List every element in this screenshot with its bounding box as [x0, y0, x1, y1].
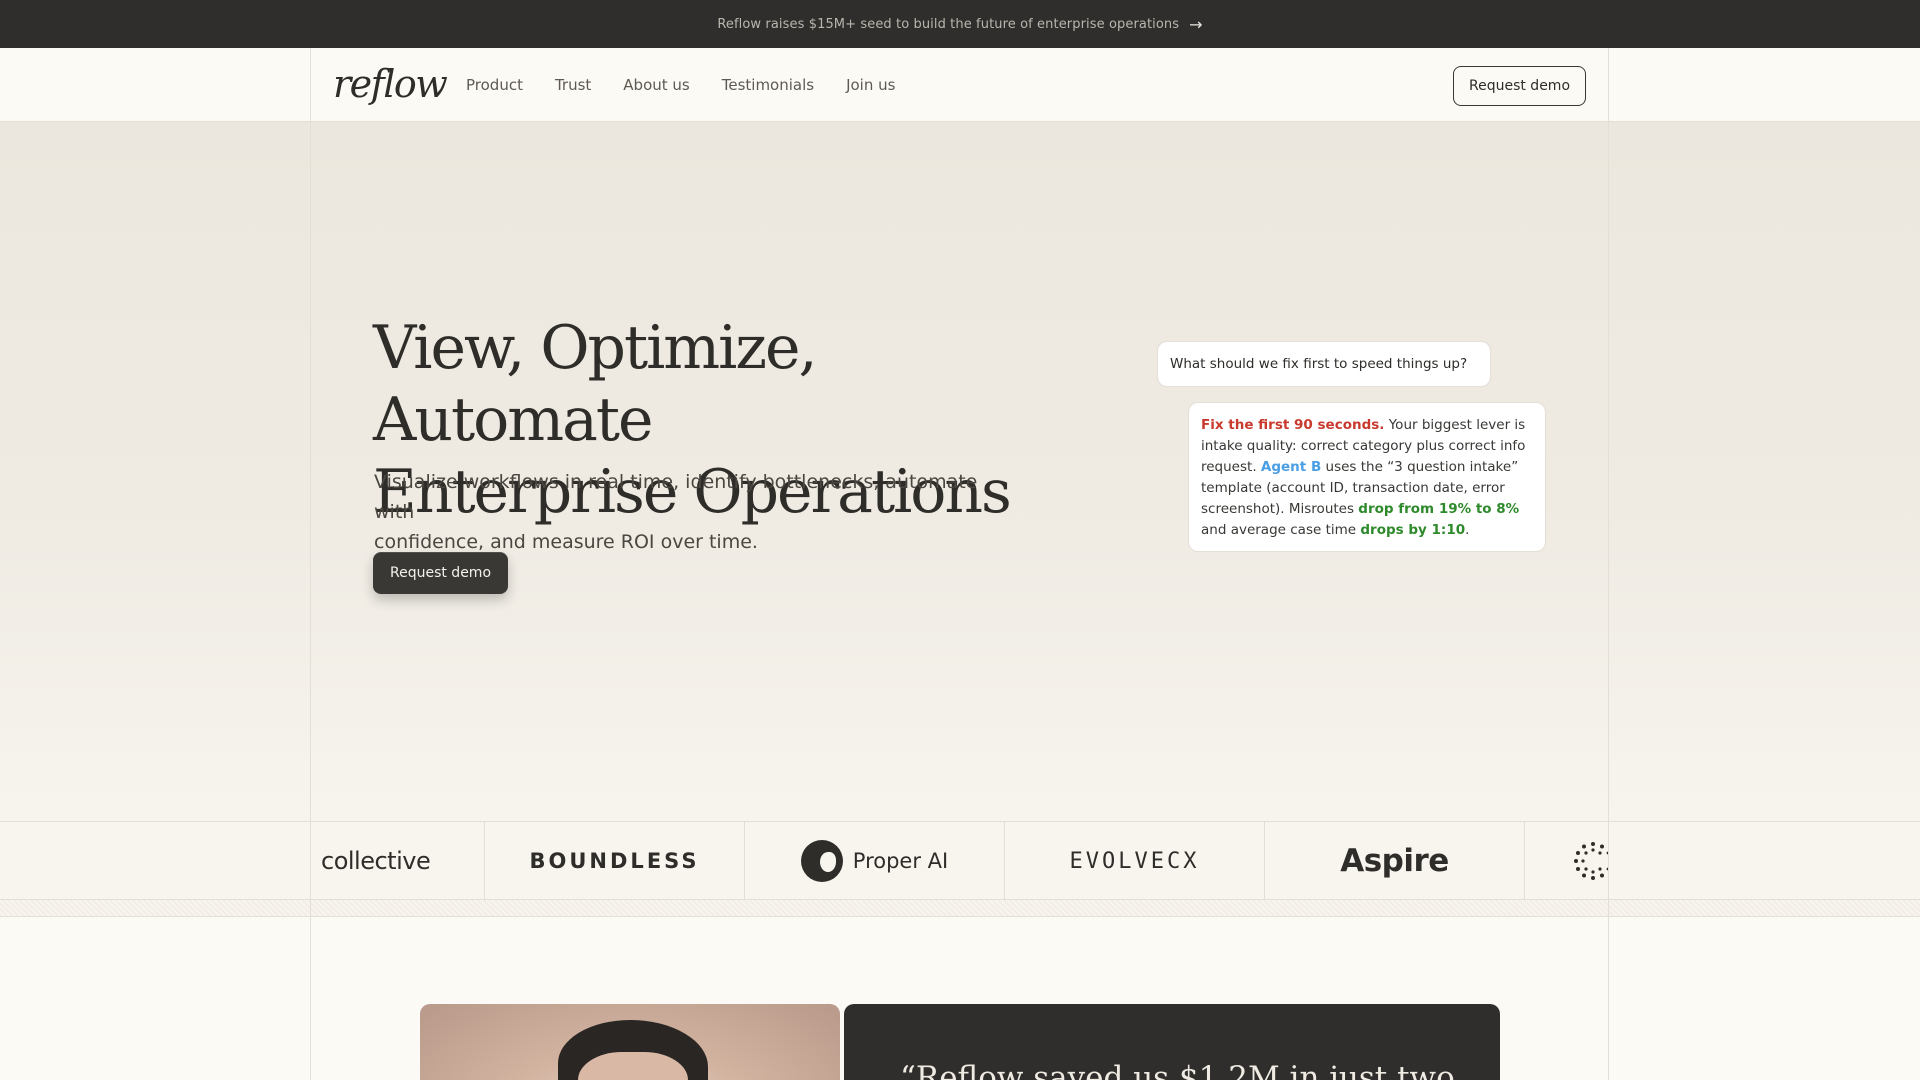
chat-question-bubble: What should we fix first to speed things…: [1157, 341, 1491, 387]
logo-proper-ai-text: Proper AI: [852, 849, 949, 873]
nav-testimonials[interactable]: Testimonials: [722, 76, 814, 94]
nav-about-us[interactable]: About us: [623, 76, 689, 94]
chat-answer-bubble: Fix the first 90 seconds. Your biggest l…: [1188, 402, 1546, 552]
misroute-metric: drop from 19% to 8%: [1358, 501, 1520, 517]
hero-section: View, Optimize, Automate Enterprise Oper…: [0, 122, 1920, 821]
answer-text-4: .: [1465, 522, 1470, 538]
hero-subtitle-line-2: confidence, and measure ROI over time.: [374, 531, 758, 553]
reflow-logo[interactable]: reflow: [333, 62, 448, 106]
guide-line-left: [310, 48, 311, 1080]
logo-boundless: BOUNDLESS: [485, 822, 745, 900]
arrow-right-icon: →: [1189, 14, 1203, 34]
announcement-text[interactable]: Reflow raises $15M+ seed to build the fu…: [717, 17, 1179, 32]
site-header: reflow Product Trust About us Testimonia…: [0, 48, 1920, 122]
nav-product[interactable]: Product: [466, 76, 523, 94]
testimonial-quote: “Reflow saved us $1.2M in just two: [900, 1060, 1455, 1080]
hero-title-line-1: View, Optimize, Automate: [373, 313, 818, 455]
announcement-bar[interactable]: Reflow raises $15M+ seed to build the fu…: [0, 0, 1920, 48]
proper-ai-dog-icon: [800, 840, 843, 882]
hero-subtitle-line-1: Visualize workflows in real time, identi…: [374, 471, 978, 523]
agent-label: Agent B: [1260, 459, 1322, 475]
logo-proper-ai: Proper AI: [745, 822, 1005, 900]
nav-join-us[interactable]: Join us: [846, 76, 895, 94]
answer-text-3: and average case time: [1201, 522, 1361, 538]
dotted-circle-logo-icon: [1574, 842, 1608, 880]
case-time-metric: drops by 1:10: [1360, 522, 1466, 538]
guide-line-right: [1608, 48, 1609, 1080]
logo-aspire-text: Aspire: [1340, 843, 1449, 879]
customer-logo-strip: collective BOUNDLESS Proper AI EVOLVECX …: [0, 821, 1920, 900]
testimonial-quote-card: “Reflow saved us $1.2M in just two: [844, 1004, 1500, 1080]
hero-subtitle: Visualize workflows in real time, identi…: [374, 467, 1014, 557]
logo-collective-text: collective: [321, 847, 431, 875]
logo-boundless-text: BOUNDLESS: [529, 849, 700, 873]
answer-lead: Fix the first 90 seconds.: [1201, 417, 1385, 433]
logo-aspire: Aspire: [1265, 822, 1525, 900]
hero-request-demo-button[interactable]: Request demo: [373, 552, 508, 594]
decorative-stripe: [0, 900, 1920, 917]
main-nav: Product Trust About us Testimonials Join…: [466, 76, 895, 94]
logo-evolvecx: EVOLVECX: [1005, 822, 1265, 900]
header-request-demo-button[interactable]: Request demo: [1453, 66, 1586, 106]
logo-collective: collective: [311, 822, 485, 900]
testimonial-photo: [420, 1004, 840, 1080]
logo-evolvecx-text: EVOLVECX: [1069, 848, 1200, 874]
nav-trust[interactable]: Trust: [555, 76, 591, 94]
